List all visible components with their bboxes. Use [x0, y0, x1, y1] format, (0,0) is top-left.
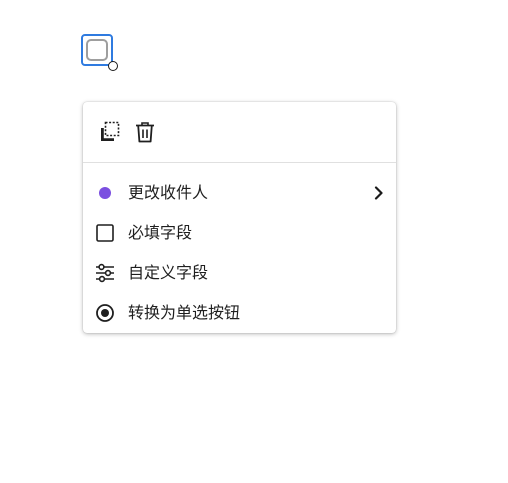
menu-divider	[83, 162, 396, 163]
field-context-menu: 更改收件人 必填字段 自定义字段 转换为单选按钮	[83, 102, 396, 333]
duplicate-icon	[101, 121, 120, 141]
resize-handle[interactable]	[108, 61, 118, 71]
delete-button[interactable]	[132, 119, 158, 145]
radio-button-icon	[95, 303, 115, 323]
sliders-icon	[95, 263, 115, 283]
duplicate-button[interactable]	[97, 119, 123, 145]
menu-item-required-field[interactable]: 必填字段	[83, 213, 396, 253]
trash-icon	[136, 122, 154, 143]
checkbox-field[interactable]	[81, 34, 118, 71]
checkbox-empty-icon	[95, 223, 115, 243]
menu-item-label: 必填字段	[128, 223, 193, 242]
menu-item-change-recipient[interactable]: 更改收件人	[83, 173, 396, 213]
checkbox-field-square	[86, 39, 108, 61]
menu-item-label: 更改收件人	[128, 183, 209, 202]
recipient-color-dot-icon	[95, 183, 115, 203]
menu-item-convert-to-radio[interactable]: 转换为单选按钮	[83, 293, 396, 333]
menu-item-label: 转换为单选按钮	[128, 303, 241, 322]
menu-item-custom-field[interactable]: 自定义字段	[83, 253, 396, 293]
chevron-right-icon	[372, 184, 386, 202]
menu-item-label: 自定义字段	[128, 263, 209, 282]
document-canvas[interactable]: 更改收件人 必填字段 自定义字段 转换为单选按钮	[0, 0, 508, 483]
context-menu-toolbar	[83, 102, 396, 162]
